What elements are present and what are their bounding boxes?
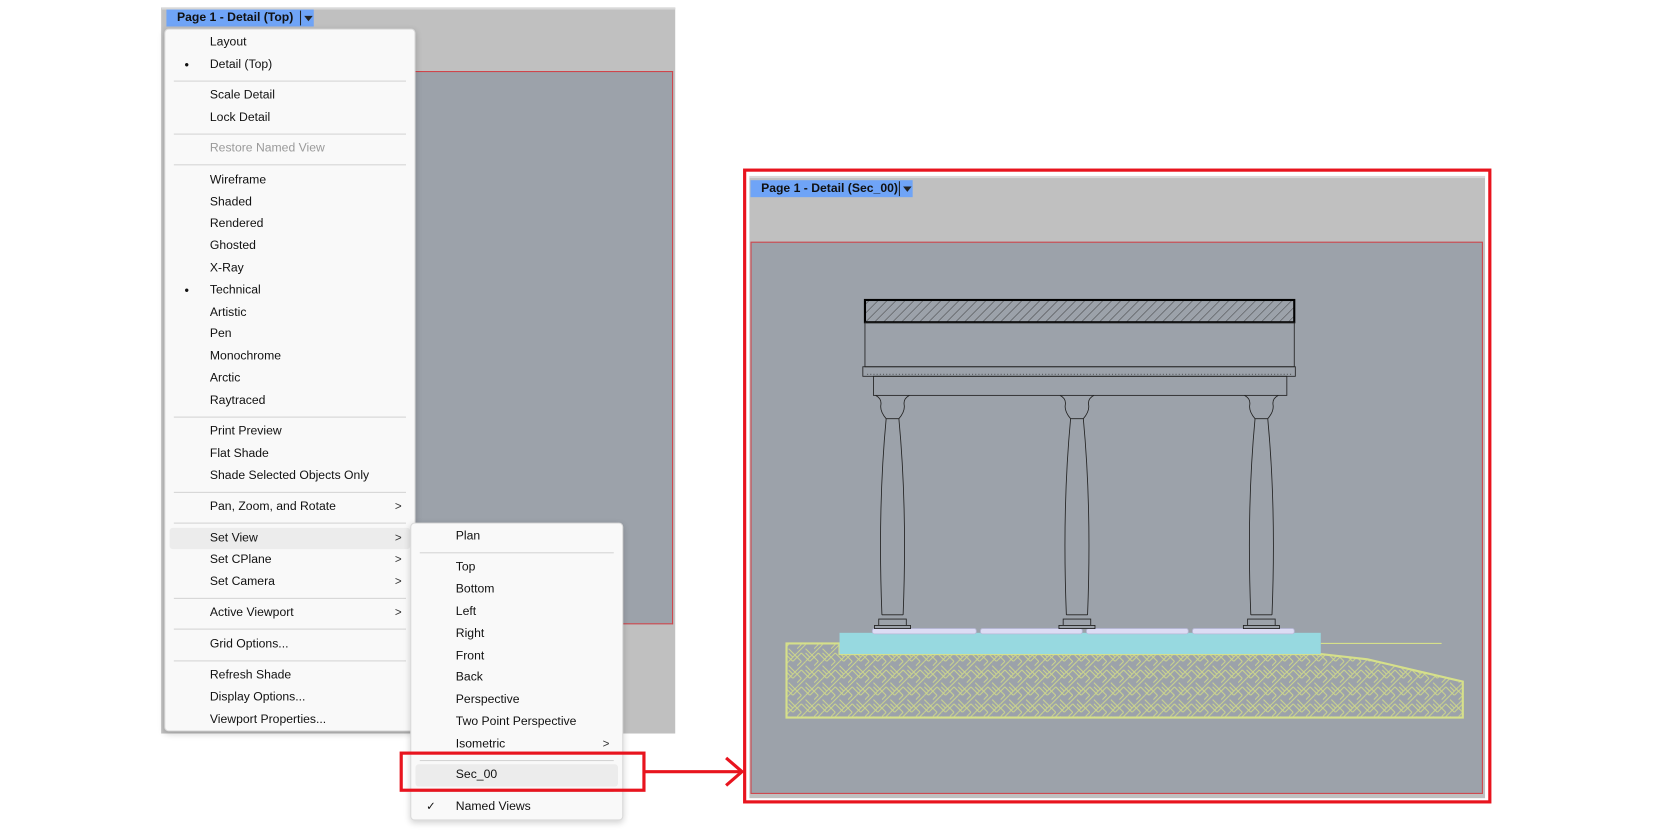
column [1242,395,1280,630]
columns [874,395,1280,630]
plinth [839,632,1321,655]
ground-section [785,642,1464,719]
column [1058,395,1096,630]
table-top [862,298,1296,396]
section-drawing [785,298,1464,719]
column [874,395,911,630]
